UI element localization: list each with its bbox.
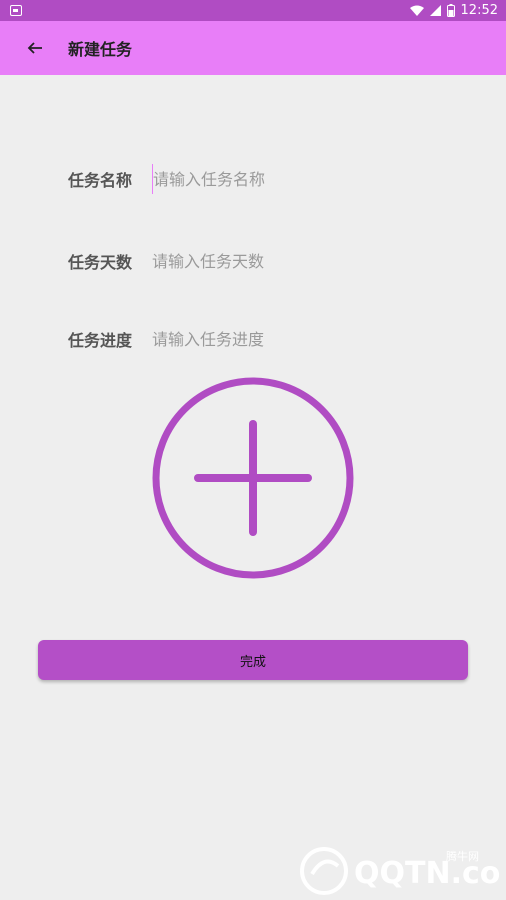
notification-icon bbox=[10, 5, 22, 16]
battery-icon bbox=[446, 4, 455, 17]
task-days-input[interactable] bbox=[152, 246, 448, 276]
task-name-label: 任务名称 bbox=[68, 171, 133, 190]
wifi-icon bbox=[409, 5, 424, 16]
app-bar: 新建任务 bbox=[0, 21, 506, 75]
add-circle-icon bbox=[152, 377, 354, 579]
watermark: QQTN.com 腾牛网 bbox=[296, 846, 506, 896]
watermark-brand: 腾牛网 bbox=[446, 849, 479, 863]
status-bar: 12:52 bbox=[0, 0, 506, 21]
signal-icon bbox=[429, 5, 441, 16]
page-title: 新建任务 bbox=[68, 40, 133, 59]
task-name-row: 任务名称 bbox=[68, 164, 448, 194]
arrow-back-icon bbox=[27, 42, 42, 54]
task-days-row: 任务天数 bbox=[68, 246, 448, 276]
done-button[interactable]: 完成 bbox=[38, 640, 468, 680]
qqtn-logo-icon: QQTN.com 腾牛网 bbox=[300, 847, 506, 895]
task-name-input[interactable] bbox=[152, 164, 448, 194]
task-days-label: 任务天数 bbox=[68, 253, 133, 272]
task-progress-input[interactable] bbox=[152, 324, 448, 354]
task-progress-row: 任务进度 bbox=[68, 324, 448, 354]
status-left bbox=[10, 5, 22, 16]
add-image-button[interactable] bbox=[150, 376, 356, 580]
watermark-site: QQTN.com bbox=[354, 856, 502, 891]
task-progress-label: 任务进度 bbox=[68, 331, 133, 350]
back-button[interactable] bbox=[15, 28, 55, 68]
status-right: 12:52 bbox=[409, 3, 498, 18]
status-time: 12:52 bbox=[460, 3, 498, 18]
